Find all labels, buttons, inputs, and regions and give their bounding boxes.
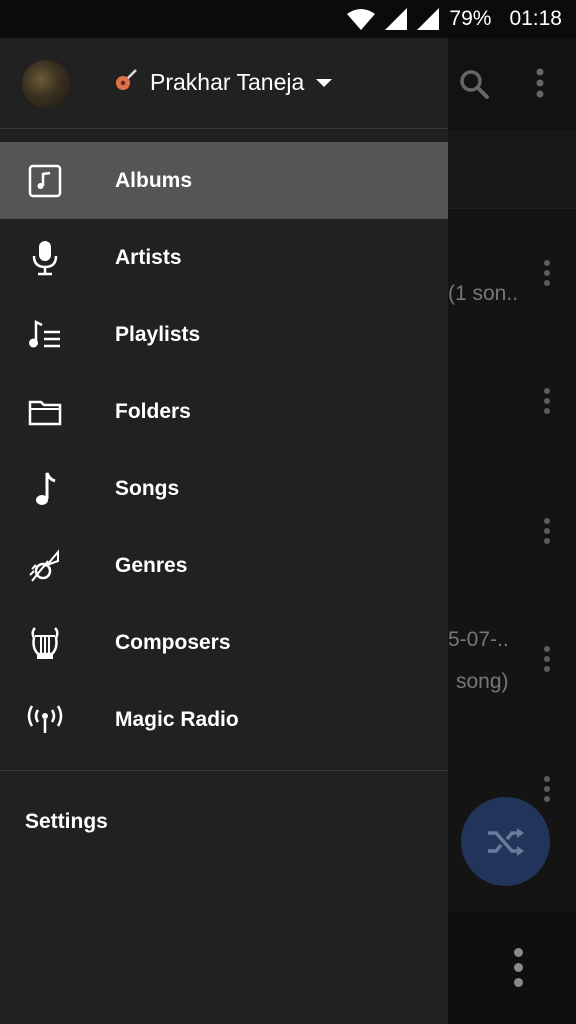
status-bar: 79% 01:18 — [0, 0, 576, 38]
overflow-menu-icon — [536, 68, 544, 103]
item-menu-icon — [544, 518, 550, 548]
nav-label: Folders — [115, 399, 191, 423]
music-note-icon — [27, 471, 63, 507]
background-text: 5-07-.. — [448, 628, 509, 651]
background-toolbar — [448, 38, 576, 130]
clock: 01:18 — [509, 7, 562, 30]
folder-icon — [27, 394, 63, 430]
background-bottom-bar — [448, 912, 576, 1024]
nav-label: Albums — [115, 168, 193, 192]
item-menu-icon — [544, 388, 550, 418]
search-icon — [458, 68, 490, 105]
signal-icon — [385, 8, 408, 30]
nav-label: Playlists — [115, 322, 201, 346]
account-switcher[interactable]: Prakhar Taneja — [114, 68, 333, 97]
divider — [0, 770, 448, 771]
music-note-box-icon — [27, 163, 63, 199]
nav-label: Artists — [115, 245, 182, 269]
background-text: song) — [456, 670, 509, 693]
playlist-icon — [27, 317, 63, 353]
nav-item-albums[interactable]: Albums — [0, 142, 448, 219]
trumpet-icon — [27, 548, 63, 584]
chevron-down-icon — [316, 78, 333, 87]
divider — [0, 128, 448, 129]
battery-percent: 79% — [449, 7, 492, 30]
item-menu-icon — [544, 260, 550, 290]
nav-item-composers[interactable]: Composers — [0, 604, 448, 681]
shuffle-fab — [461, 797, 550, 886]
navigation-drawer: Prakhar Taneja Albums Artists Playlists — [0, 38, 448, 1024]
guitar-icon — [114, 68, 138, 97]
nav-label: Magic Radio — [115, 707, 239, 731]
background-app: (1 son.. 5-07-.. song) — [448, 38, 576, 1024]
nav-item-genres[interactable]: Genres — [0, 527, 448, 604]
background-tabs — [448, 130, 576, 209]
nav-item-songs[interactable]: Songs — [0, 450, 448, 527]
nav-item-artists[interactable]: Artists — [0, 219, 448, 296]
overflow-menu-icon — [514, 948, 523, 993]
nav-item-magic-radio[interactable]: Magic Radio — [0, 681, 448, 758]
item-menu-icon — [544, 646, 550, 676]
radio-broadcast-icon — [27, 702, 63, 738]
item-menu-icon — [544, 776, 550, 806]
nav-label: Composers — [115, 630, 231, 654]
drawer-header: Prakhar Taneja — [0, 38, 448, 128]
wifi-icon — [347, 8, 376, 30]
background-text: (1 son.. — [448, 282, 519, 305]
nav-label: Songs — [115, 476, 180, 500]
shuffle-icon — [487, 827, 524, 856]
nav-list: Albums Artists Playlists Folders Songs G… — [0, 142, 448, 758]
nav-label: Genres — [115, 553, 188, 577]
settings-item[interactable]: Settings — [25, 810, 108, 834]
nav-item-playlists[interactable]: Playlists — [0, 296, 448, 373]
account-name: Prakhar Taneja — [150, 69, 305, 95]
lyre-icon — [27, 625, 63, 661]
signal-icon-2 — [417, 8, 440, 30]
nav-item-folders[interactable]: Folders — [0, 373, 448, 450]
avatar[interactable] — [22, 60, 70, 108]
microphone-icon — [27, 240, 63, 276]
